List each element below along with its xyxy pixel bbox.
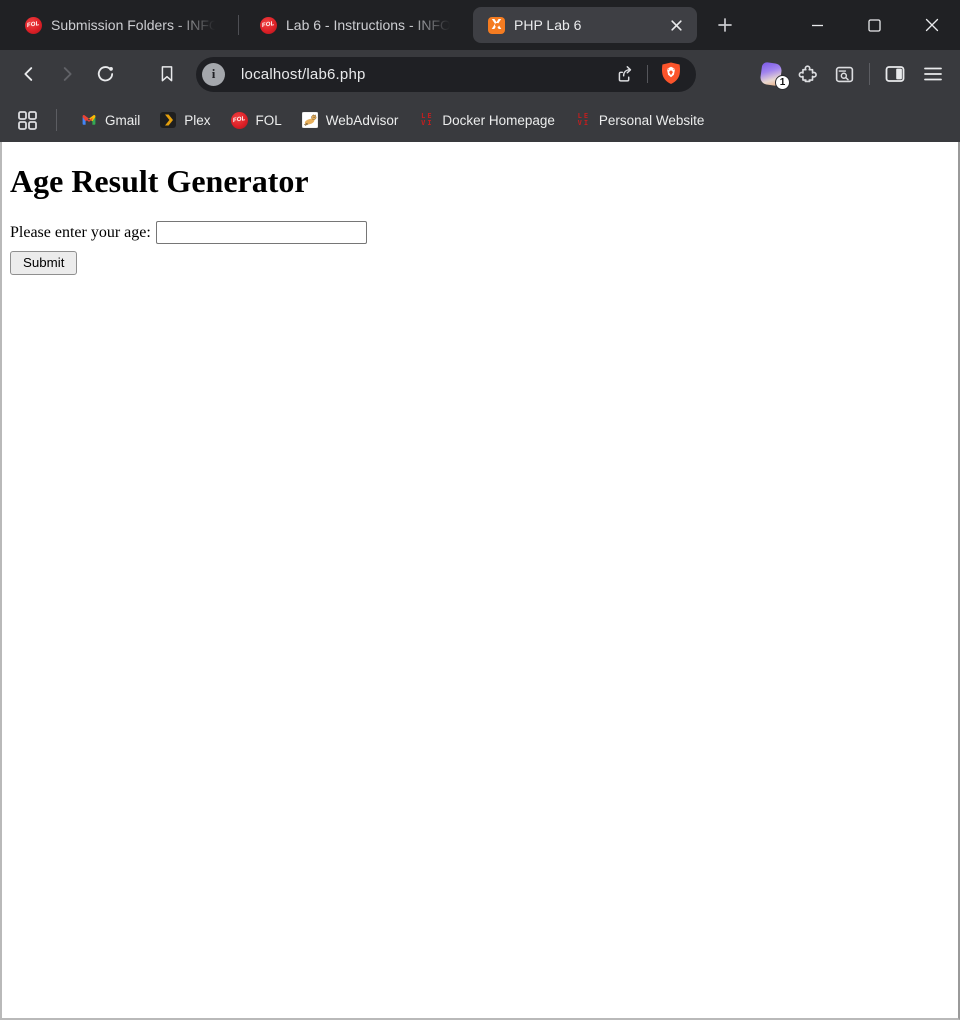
page-content: Age Result Generator Please enter your a…: [0, 142, 960, 1020]
new-tab-button[interactable]: [710, 10, 740, 40]
sidebar-toggle-icon[interactable]: [880, 58, 910, 90]
browser-window: FOL Submission Folders - INFO FOL Lab 6 …: [0, 0, 960, 1020]
menu-hamburger-icon[interactable]: [918, 58, 948, 90]
fol-favicon-icon: FOL: [25, 17, 42, 34]
extensions-puzzle-icon[interactable]: [793, 58, 823, 90]
age-form-row: Please enter your age:: [10, 221, 950, 244]
bookmark-label: Plex: [184, 113, 210, 128]
bookmark-docker-homepage[interactable]: LE VI Docker Homepage: [418, 112, 555, 128]
address-bar[interactable]: i localhost/lab6.php: [196, 57, 696, 92]
minimize-button[interactable]: [789, 0, 846, 50]
bookmark-icon[interactable]: [150, 57, 184, 91]
bookmark-label: FOL: [256, 113, 282, 128]
search-tabs-icon[interactable]: [829, 58, 859, 90]
bookmark-webadvisor[interactable]: WebAdvisor: [302, 112, 399, 128]
tab-lab6-instructions[interactable]: FOL Lab 6 - Instructions - INFO: [245, 7, 467, 43]
fol-favicon-text: FOL: [27, 21, 40, 29]
tab-php-lab6-active[interactable]: X PHP Lab 6: [473, 7, 697, 43]
reload-button[interactable]: [88, 57, 122, 91]
extension-badge: 1: [775, 75, 790, 90]
window-controls: [789, 0, 960, 50]
toolbar-right-cluster: 1: [755, 57, 948, 91]
bookmark-label: Docker Homepage: [442, 113, 555, 128]
page-body: Age Result Generator Please enter your a…: [10, 163, 950, 275]
levi-icon-row2: VI: [421, 120, 433, 127]
bookmark-label: Personal Website: [599, 113, 705, 128]
tab-title: Submission Folders - INFO: [51, 17, 222, 33]
tab-submission-folders[interactable]: FOL Submission Folders - INFO: [10, 7, 232, 43]
fol-favicon-text: FOL: [262, 21, 275, 29]
maximize-button[interactable]: [846, 0, 903, 50]
back-button[interactable]: [12, 57, 46, 91]
tab-separator: [238, 15, 239, 35]
bookmark-personal-website[interactable]: LE VI Personal Website: [575, 112, 705, 128]
tab-close-icon[interactable]: [665, 14, 687, 36]
bookmark-fol[interactable]: FOL FOL: [231, 112, 282, 129]
extension-button[interactable]: 1: [755, 57, 787, 91]
fol-icon: FOL: [231, 112, 248, 129]
urlbar-separator: [647, 65, 648, 83]
tab-bar: FOL Submission Folders - INFO FOL Lab 6 …: [0, 0, 960, 50]
age-input[interactable]: [156, 221, 367, 244]
bookmarks-separator: [56, 109, 57, 131]
apps-grid-icon[interactable]: [14, 107, 40, 133]
levi-icon: LE VI: [418, 112, 434, 128]
bookmark-plex[interactable]: Plex: [160, 112, 210, 128]
share-icon[interactable]: [609, 58, 639, 90]
bookmarks-bar: Gmail Plex FOL FOL WebAdvisor: [0, 98, 960, 142]
gmail-icon: [81, 112, 97, 128]
bookmark-gmail[interactable]: Gmail: [81, 112, 140, 128]
forward-button[interactable]: [50, 57, 84, 91]
xampp-favicon-dot: [495, 23, 499, 27]
tomcat-icon: [302, 112, 318, 128]
brave-shield-icon[interactable]: [656, 58, 686, 90]
toolbar-separator: [869, 63, 870, 85]
tab-title: PHP Lab 6: [514, 17, 665, 33]
age-input-label: Please enter your age:: [10, 224, 151, 242]
xampp-favicon-icon: X: [488, 17, 505, 34]
fol-favicon-icon: FOL: [260, 17, 277, 34]
levi-icon: LE VI: [575, 112, 591, 128]
age-form: Please enter your age: Submit: [10, 221, 950, 275]
bookmark-label: WebAdvisor: [326, 113, 399, 128]
tab-title: Lab 6 - Instructions - INFO: [286, 17, 457, 33]
url-text[interactable]: localhost/lab6.php: [241, 66, 366, 83]
site-info-icon[interactable]: i: [202, 63, 225, 86]
site-info-glyph: i: [212, 66, 216, 82]
close-window-button[interactable]: [903, 0, 960, 50]
fol-icon-text: FOL: [232, 116, 245, 124]
submit-button[interactable]: Submit: [10, 251, 77, 275]
page-title: Age Result Generator: [10, 163, 950, 200]
plex-icon: [160, 112, 176, 128]
bookmark-label: Gmail: [105, 113, 140, 128]
levi-icon-row2: VI: [578, 120, 590, 127]
navigation-toolbar: i localhost/lab6.php: [0, 50, 960, 98]
